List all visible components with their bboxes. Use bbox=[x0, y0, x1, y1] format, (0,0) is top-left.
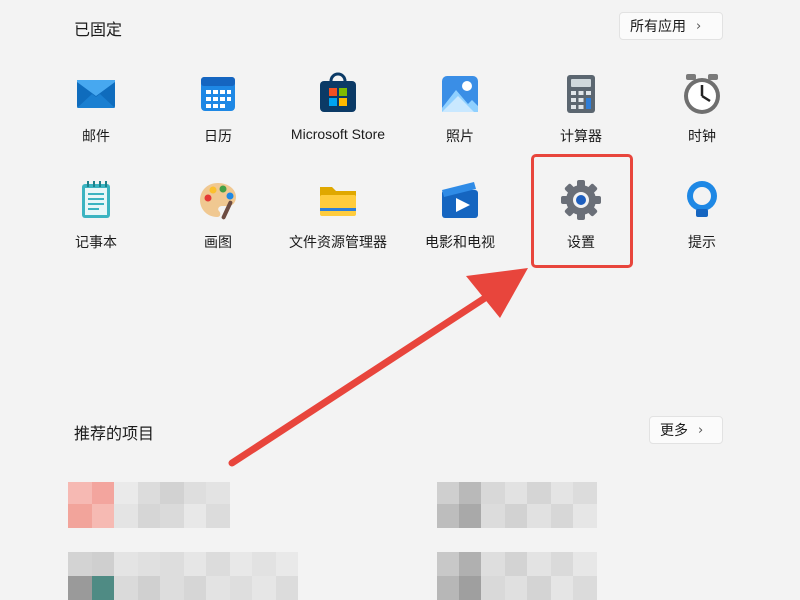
more-button[interactable]: 更多 › bbox=[649, 416, 723, 444]
recommended-item-blurred[interactable] bbox=[68, 482, 318, 600]
recommended-item-blurred[interactable] bbox=[437, 482, 617, 600]
more-label: 更多 bbox=[660, 423, 688, 439]
recommended-title: 推荐的项目 bbox=[74, 424, 155, 443]
chevron-right-icon: › bbox=[698, 422, 704, 438]
